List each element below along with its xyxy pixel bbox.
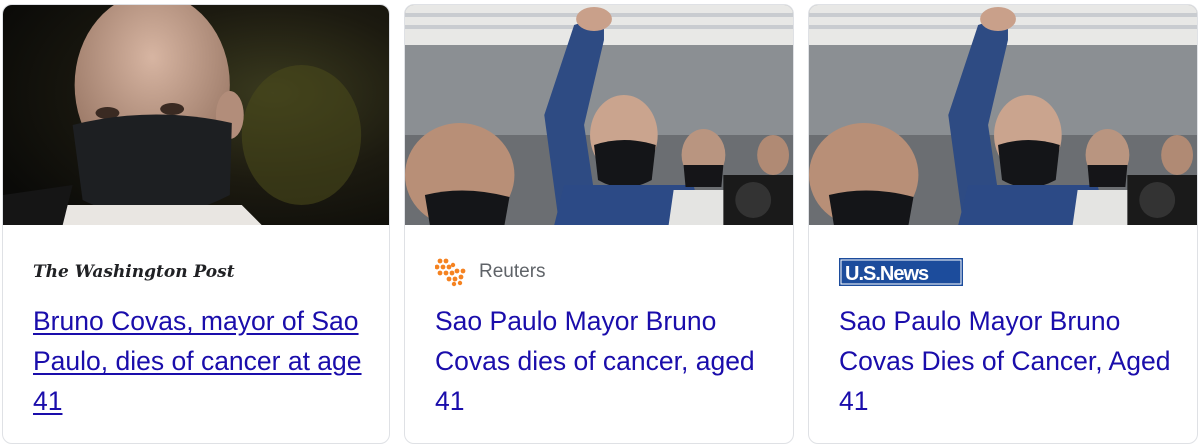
news-card-washington-post[interactable]: The Washington Post Bruno Covas, mayor o…	[2, 4, 390, 444]
source-row: Reuters	[435, 257, 546, 287]
source-logo-washington-post: The Washington Post	[33, 262, 235, 282]
source-name: Reuters	[479, 261, 546, 282]
news-card-usnews[interactable]: U.S.News Sao Paulo Mayor Bruno Covas Die…	[808, 4, 1198, 444]
source-row: The Washington Post	[33, 257, 235, 287]
usnews-logo: U.S.News	[839, 258, 963, 286]
svg-text:U.S.News: U.S.News	[845, 263, 929, 285]
headline-link[interactable]: Bruno Covas, mayor of Sao Paulo, dies of…	[33, 301, 369, 421]
source-row: U.S.News	[839, 257, 963, 287]
news-thumbnail-crowd[interactable]	[809, 5, 1197, 225]
thumbnail-image	[3, 5, 389, 225]
reuters-dots-icon	[435, 258, 466, 287]
headline-link[interactable]: Sao Paulo Mayor Bruno Covas dies of canc…	[435, 301, 773, 421]
headline-link[interactable]: Sao Paulo Mayor Bruno Covas Dies of Canc…	[839, 301, 1177, 421]
news-thumbnail-crowd[interactable]	[405, 5, 793, 225]
thumbnail-image	[809, 5, 1197, 225]
thumbnail-image	[405, 5, 793, 225]
news-card-reuters[interactable]: Reuters Sao Paulo Mayor Bruno Covas dies…	[404, 4, 794, 444]
news-thumbnail-masked-man[interactable]	[3, 5, 389, 225]
